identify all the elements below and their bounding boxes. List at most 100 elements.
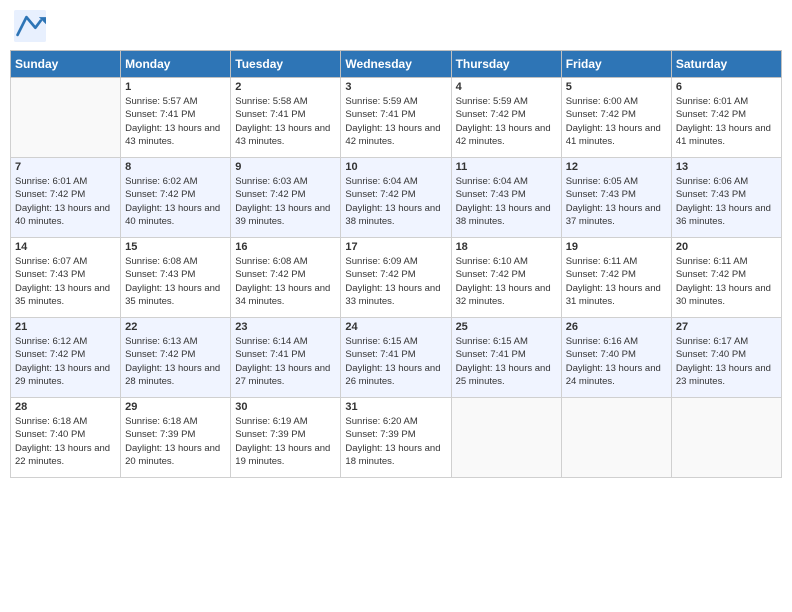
calendar-cell: 6 Sunrise: 6:01 AMSunset: 7:42 PMDaylight… — [671, 78, 781, 158]
day-info: Sunrise: 6:10 AMSunset: 7:42 PMDaylight:… — [456, 255, 557, 308]
weekday-header: Tuesday — [231, 51, 341, 78]
day-info: Sunrise: 6:11 AMSunset: 7:42 PMDaylight:… — [676, 255, 777, 308]
day-info: Sunrise: 6:13 AMSunset: 7:42 PMDaylight:… — [125, 335, 226, 388]
calendar-cell: 27Sunrise: 6:17 AMSunset: 7:40 PMDayligh… — [671, 318, 781, 398]
calendar-cell: 20 Sunrise: 6:11 AMSunset: 7:42 PMDayligh… — [671, 238, 781, 318]
calendar-cell: 19 Sunrise: 6:11 AMSunset: 7:42 PMDayligh… — [561, 238, 671, 318]
weekday-header: Thursday — [451, 51, 561, 78]
calendar-cell: 18 Sunrise: 6:10 AMSunset: 7:42 PMDayligh… — [451, 238, 561, 318]
calendar-week-row: 1 Sunrise: 5:57 AMSunset: 7:41 PMDaylight… — [11, 78, 782, 158]
calendar-cell: 16Sunrise: 6:08 AMSunset: 7:42 PMDayligh… — [231, 238, 341, 318]
day-info: Sunrise: 6:01 AMSunset: 7:42 PMDaylight:… — [676, 95, 777, 148]
calendar-cell: 3 Sunrise: 5:59 AMSunset: 7:41 PMDaylight… — [341, 78, 451, 158]
day-number: 20 — [676, 241, 777, 253]
day-number: 28 — [15, 401, 116, 413]
day-number: 6 — [676, 81, 777, 93]
calendar-cell: 25 Sunrise: 6:15 AMSunset: 7:41 PMDayligh… — [451, 318, 561, 398]
day-info: Sunrise: 6:08 AMSunset: 7:42 PMDaylight:… — [235, 255, 336, 308]
calendar-cell: 7 Sunrise: 6:01 AMSunset: 7:42 PMDaylight… — [11, 158, 121, 238]
day-number: 11 — [456, 161, 557, 173]
logo-icon — [14, 10, 46, 42]
weekday-header: Friday — [561, 51, 671, 78]
logo — [14, 10, 50, 42]
calendar-cell: 28 Sunrise: 6:18 AMSunset: 7:40 PMDayligh… — [11, 398, 121, 478]
day-info: Sunrise: 6:07 AMSunset: 7:43 PMDaylight:… — [15, 255, 116, 308]
day-number: 4 — [456, 81, 557, 93]
day-number: 9 — [235, 161, 336, 173]
calendar-cell — [561, 398, 671, 478]
day-number: 17 — [345, 241, 446, 253]
day-number: 3 — [345, 81, 446, 93]
calendar-cell: 30Sunrise: 6:19 AMSunset: 7:39 PMDayligh… — [231, 398, 341, 478]
calendar-cell — [671, 398, 781, 478]
day-number: 5 — [566, 81, 667, 93]
day-info: Sunrise: 6:06 AMSunset: 7:43 PMDaylight:… — [676, 175, 777, 228]
day-info: Sunrise: 5:59 AMSunset: 7:42 PMDaylight:… — [456, 95, 557, 148]
page-header — [10, 10, 782, 42]
day-number: 12 — [566, 161, 667, 173]
day-info: Sunrise: 6:02 AMSunset: 7:42 PMDaylight:… — [125, 175, 226, 228]
calendar-cell: 13 Sunrise: 6:06 AMSunset: 7:43 PMDayligh… — [671, 158, 781, 238]
weekday-header: Sunday — [11, 51, 121, 78]
calendar-cell: 21 Sunrise: 6:12 AMSunset: 7:42 PMDayligh… — [11, 318, 121, 398]
day-info: Sunrise: 6:18 AMSunset: 7:39 PMDaylight:… — [125, 415, 226, 468]
day-number: 19 — [566, 241, 667, 253]
day-number: 31 — [345, 401, 446, 413]
calendar-week-row: 7 Sunrise: 6:01 AMSunset: 7:42 PMDaylight… — [11, 158, 782, 238]
day-number: 27 — [676, 321, 777, 333]
day-number: 8 — [125, 161, 226, 173]
day-info: Sunrise: 6:15 AMSunset: 7:41 PMDaylight:… — [456, 335, 557, 388]
day-info: Sunrise: 6:15 AMSunset: 7:41 PMDaylight:… — [345, 335, 446, 388]
calendar-week-row: 14Sunrise: 6:07 AMSunset: 7:43 PMDayligh… — [11, 238, 782, 318]
day-number: 18 — [456, 241, 557, 253]
day-number: 21 — [15, 321, 116, 333]
day-info: Sunrise: 6:20 AMSunset: 7:39 PMDaylight:… — [345, 415, 446, 468]
day-info: Sunrise: 6:04 AMSunset: 7:42 PMDaylight:… — [345, 175, 446, 228]
calendar-cell: 10 Sunrise: 6:04 AMSunset: 7:42 PMDayligh… — [341, 158, 451, 238]
calendar-cell: 11 Sunrise: 6:04 AMSunset: 7:43 PMDayligh… — [451, 158, 561, 238]
weekday-header: Monday — [121, 51, 231, 78]
calendar-cell: 4 Sunrise: 5:59 AMSunset: 7:42 PMDaylight… — [451, 78, 561, 158]
day-number: 30 — [235, 401, 336, 413]
calendar-cell: 29Sunrise: 6:18 AMSunset: 7:39 PMDayligh… — [121, 398, 231, 478]
day-number: 22 — [125, 321, 226, 333]
day-info: Sunrise: 6:11 AMSunset: 7:42 PMDaylight:… — [566, 255, 667, 308]
day-info: Sunrise: 6:18 AMSunset: 7:40 PMDaylight:… — [15, 415, 116, 468]
weekday-header: Saturday — [671, 51, 781, 78]
day-info: Sunrise: 5:59 AMSunset: 7:41 PMDaylight:… — [345, 95, 446, 148]
calendar-table: SundayMondayTuesdayWednesdayThursdayFrid… — [10, 50, 782, 478]
calendar-cell: 22 Sunrise: 6:13 AMSunset: 7:42 PMDayligh… — [121, 318, 231, 398]
day-info: Sunrise: 6:16 AMSunset: 7:40 PMDaylight:… — [566, 335, 667, 388]
calendar-cell: 31 Sunrise: 6:20 AMSunset: 7:39 PMDayligh… — [341, 398, 451, 478]
day-number: 10 — [345, 161, 446, 173]
day-number: 1 — [125, 81, 226, 93]
day-info: Sunrise: 6:08 AMSunset: 7:43 PMDaylight:… — [125, 255, 226, 308]
calendar-cell: 23Sunrise: 6:14 AMSunset: 7:41 PMDayligh… — [231, 318, 341, 398]
calendar-cell: 8 Sunrise: 6:02 AMSunset: 7:42 PMDaylight… — [121, 158, 231, 238]
calendar-cell: 2 Sunrise: 5:58 AMSunset: 7:41 PMDaylight… — [231, 78, 341, 158]
day-number: 2 — [235, 81, 336, 93]
day-number: 25 — [456, 321, 557, 333]
day-info: Sunrise: 6:12 AMSunset: 7:42 PMDaylight:… — [15, 335, 116, 388]
day-info: Sunrise: 6:04 AMSunset: 7:43 PMDaylight:… — [456, 175, 557, 228]
day-number: 15 — [125, 241, 226, 253]
day-info: Sunrise: 5:58 AMSunset: 7:41 PMDaylight:… — [235, 95, 336, 148]
day-info: Sunrise: 6:09 AMSunset: 7:42 PMDaylight:… — [345, 255, 446, 308]
calendar-cell: 15 Sunrise: 6:08 AMSunset: 7:43 PMDayligh… — [121, 238, 231, 318]
day-info: Sunrise: 6:01 AMSunset: 7:42 PMDaylight:… — [15, 175, 116, 228]
day-number: 24 — [345, 321, 446, 333]
calendar-cell: 17 Sunrise: 6:09 AMSunset: 7:42 PMDayligh… — [341, 238, 451, 318]
calendar-cell: 12 Sunrise: 6:05 AMSunset: 7:43 PMDayligh… — [561, 158, 671, 238]
calendar-cell — [451, 398, 561, 478]
calendar-cell — [11, 78, 121, 158]
day-number: 13 — [676, 161, 777, 173]
calendar-cell: 14Sunrise: 6:07 AMSunset: 7:43 PMDayligh… — [11, 238, 121, 318]
day-number: 26 — [566, 321, 667, 333]
day-number: 23 — [235, 321, 336, 333]
calendar-cell: 26 Sunrise: 6:16 AMSunset: 7:40 PMDayligh… — [561, 318, 671, 398]
day-info: Sunrise: 6:05 AMSunset: 7:43 PMDaylight:… — [566, 175, 667, 228]
day-info: Sunrise: 5:57 AMSunset: 7:41 PMDaylight:… — [125, 95, 226, 148]
weekday-header: Wednesday — [341, 51, 451, 78]
calendar-cell: 24 Sunrise: 6:15 AMSunset: 7:41 PMDayligh… — [341, 318, 451, 398]
day-number: 7 — [15, 161, 116, 173]
